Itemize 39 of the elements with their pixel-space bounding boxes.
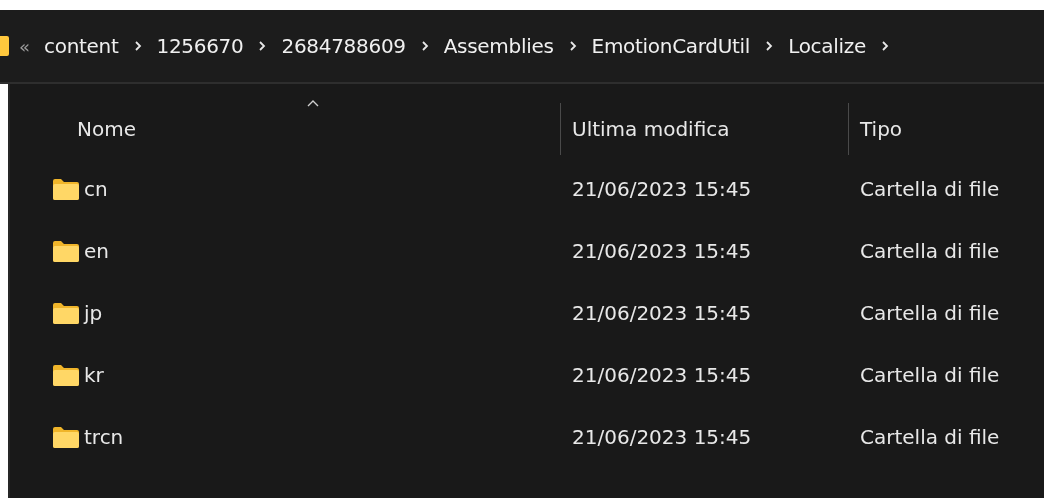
overflow-button[interactable]: « <box>19 35 30 57</box>
table-cell-text: 21/06/2023 15:45 <box>571 177 753 201</box>
table-cell-text: 21/06/2023 15:45 <box>571 301 753 325</box>
table-cell-text: Cartella di file <box>859 177 1001 201</box>
table-cell-text: Cartella di file <box>859 363 1001 387</box>
folder-icon <box>52 177 80 201</box>
breadcrumb-item[interactable]: 2684788609 <box>281 34 406 58</box>
table-cell-text: 21/06/2023 15:45 <box>571 425 753 449</box>
chevron-icon <box>568 41 577 51</box>
column-header[interactable]: Nome <box>10 103 560 155</box>
table-cell-text: 21/06/2023 15:45 <box>571 239 753 263</box>
breadcrumb-item[interactable]: Localize <box>788 34 866 58</box>
table-cell-text: Cartella di file <box>859 425 1001 449</box>
sort-caret-icon <box>307 99 319 108</box>
file-name[interactable]: kr <box>84 363 104 387</box>
table-cell-text: Cartella di file <box>859 301 1001 325</box>
breadcrumb-item[interactable]: content <box>44 34 119 58</box>
file-name[interactable]: en <box>84 239 109 263</box>
folder-icon <box>52 239 80 263</box>
column-header[interactable]: Ultima modifica <box>560 103 848 155</box>
chevron-icon <box>765 41 774 51</box>
chevron-icon <box>420 41 429 51</box>
folder-icon <box>0 36 9 56</box>
file-name[interactable]: jp <box>84 301 103 325</box>
table-cell-text: Cartella di file <box>859 239 1001 263</box>
breadcrumb-item[interactable]: EmotionCardUtil <box>591 34 751 58</box>
folder-icon <box>52 301 80 325</box>
file-name[interactable]: trcn <box>84 425 124 449</box>
table-cell-text: 21/06/2023 15:45 <box>571 363 753 387</box>
file-name[interactable]: cn <box>84 177 108 201</box>
chevron-icon <box>880 41 889 51</box>
folder-icon <box>52 363 80 387</box>
address-bar[interactable]: « content 1256670 2684788609 Assemblies EmotionCardUtil Localize <box>0 10 1044 84</box>
folder-icon <box>52 425 80 449</box>
chevron-icon <box>133 41 142 51</box>
breadcrumb-item[interactable]: 1256670 <box>156 34 244 58</box>
breadcrumb-item[interactable]: Assemblies <box>443 34 554 58</box>
chevron-icon <box>258 41 267 51</box>
column-header[interactable]: Tipo <box>848 103 1044 155</box>
